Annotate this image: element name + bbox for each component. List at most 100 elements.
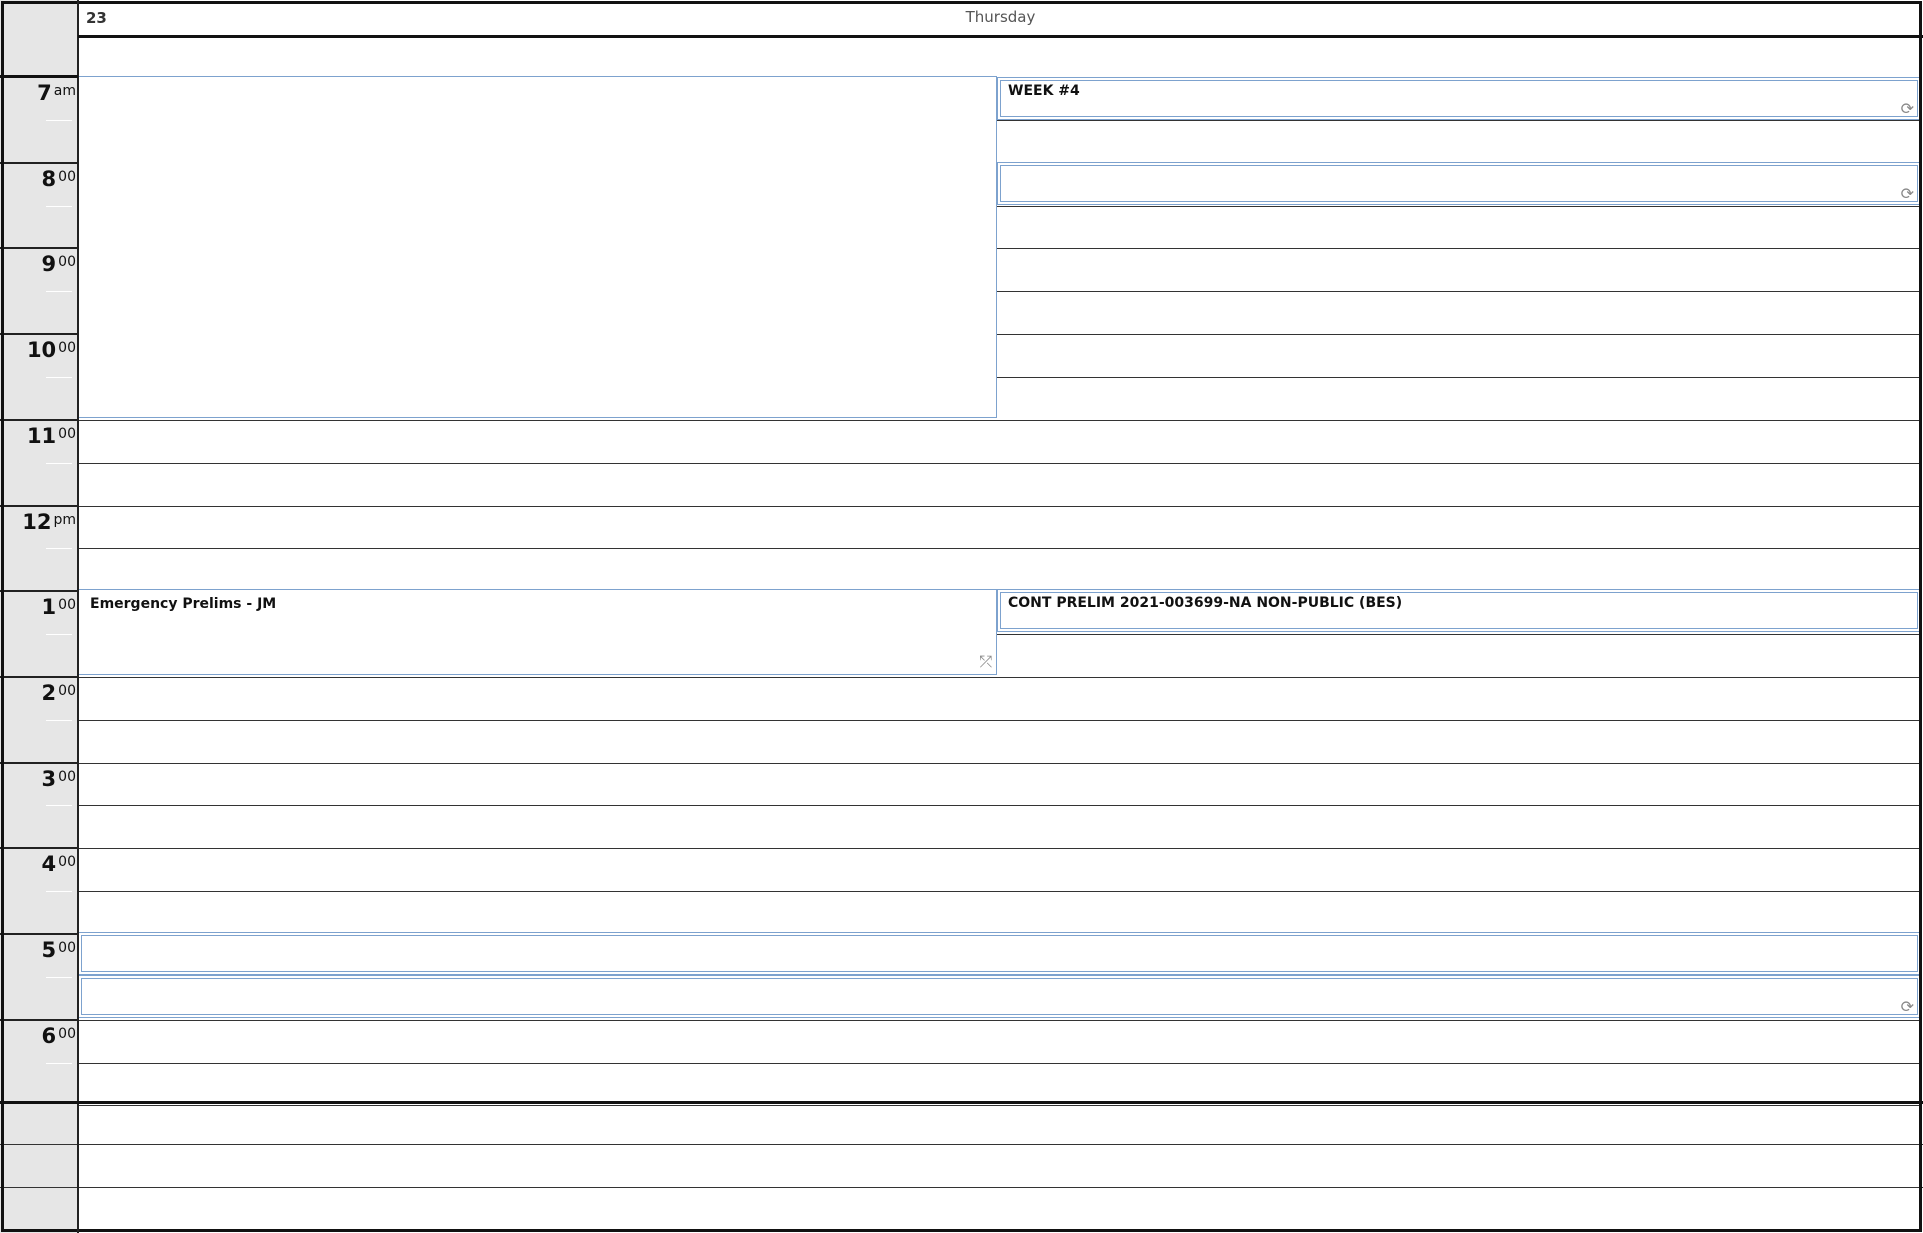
half-hour-tick	[46, 1062, 72, 1064]
day-header[interactable]: 23 Thursday	[78, 0, 1923, 36]
hour-line	[0, 847, 78, 850]
day-calendar-view: 23 Thursday 7 am 8 00 9 00 10 00 11 00 12 pm 1 00 2 00 3…	[0, 0, 1923, 1233]
event-evening[interactable]: ⟳	[78, 975, 1921, 1018]
hour-label: 12 pm	[0, 510, 76, 534]
hour-line	[0, 247, 78, 250]
hour-number: 9	[41, 252, 57, 277]
half-hour-tick	[46, 634, 72, 636]
hour-line	[0, 161, 78, 164]
hour-suffix: am	[53, 83, 76, 99]
half-hour-tick	[46, 205, 72, 207]
half-hour-tick	[46, 805, 72, 807]
event-block-morning[interactable]	[78, 76, 997, 418]
half-hour-tick	[46, 976, 72, 978]
hour-number: 7	[37, 81, 52, 105]
event-untitled-8am[interactable]: ⟳	[997, 162, 1921, 205]
event-border	[1000, 80, 1918, 117]
time-slot[interactable]	[78, 891, 1921, 892]
hour-number: 6	[41, 1023, 57, 1048]
event-title: Emergency Prelims - JM	[90, 596, 277, 612]
all-day-row[interactable]	[78, 37, 1921, 75]
half-hour-tick	[46, 376, 72, 378]
hour-suffix: 00	[58, 425, 76, 442]
event-evening-top[interactable]	[78, 932, 1921, 975]
time-slot[interactable]	[78, 677, 1921, 678]
time-slot[interactable]	[78, 548, 1921, 549]
hour-suffix: 00	[58, 597, 76, 614]
time-slot[interactable]	[78, 848, 1921, 849]
time-slot[interactable]	[78, 805, 1921, 806]
recurring-icon: ⟳	[1900, 99, 1914, 118]
all-day-divider	[0, 75, 78, 78]
hour-number: 1	[41, 595, 57, 620]
recurring-icon: ⟳	[1900, 997, 1914, 1016]
hour-label: 7 am	[0, 81, 76, 105]
day-name: Thursday	[965, 8, 1036, 26]
hour-label: 3 00	[0, 767, 76, 791]
half-hour-tick	[46, 462, 72, 464]
time-slot[interactable]	[78, 420, 1921, 421]
half-hour-tick	[46, 891, 72, 893]
event-title: WEEK #4	[1008, 83, 1080, 99]
hour-line	[0, 504, 78, 507]
event-week4[interactable]: WEEK #4 ⟳	[997, 77, 1921, 120]
hour-number: 5	[41, 938, 57, 962]
hour-suffix: 00	[58, 254, 76, 271]
hour-number: 4	[41, 852, 57, 877]
event-title: CONT PRELIM 2021-003699-NA NON-PUBLIC (B…	[1008, 595, 1403, 611]
hour-line	[0, 761, 78, 764]
time-slot[interactable]	[78, 763, 1921, 764]
gutter-divider	[77, 0, 79, 1233]
time-slot[interactable]	[78, 720, 1921, 721]
hour-number: 11	[26, 423, 57, 448]
time-slot[interactable]	[78, 506, 1921, 507]
hour-suffix: 00	[58, 1025, 76, 1042]
header-divider	[78, 35, 1923, 38]
hour-suffix: 00	[58, 940, 76, 956]
half-hour-tick	[46, 719, 72, 721]
hour-label: 9 00	[0, 252, 76, 276]
hour-line	[0, 675, 78, 678]
time-slot[interactable]	[78, 1105, 1921, 1106]
hour-suffix: 00	[58, 682, 76, 699]
hour-suffix: pm	[53, 511, 76, 528]
hour-line	[0, 933, 78, 935]
hour-number: 12	[22, 509, 52, 534]
hour-suffix: 00	[58, 768, 76, 785]
hour-label: 10 00	[0, 338, 76, 362]
hour-number: 10	[26, 338, 57, 363]
half-hour-tick	[46, 119, 72, 121]
hour-label: 6 00	[0, 1024, 76, 1048]
half-hour-tick	[46, 291, 72, 293]
hour-suffix: 00	[58, 168, 76, 185]
time-slot[interactable]	[78, 1020, 1921, 1021]
recurring-icon: ⟳	[1900, 184, 1914, 203]
event-border	[81, 978, 1918, 1015]
day-end-divider	[0, 1101, 1923, 1104]
hour-label: 4 00	[0, 852, 76, 876]
extra-row-line	[0, 1144, 1923, 1145]
hour-line	[0, 1018, 78, 1021]
event-cont-prelim[interactable]: CONT PRELIM 2021-003699-NA NON-PUBLIC (B…	[997, 589, 1921, 632]
half-hour-tick	[46, 548, 72, 550]
hour-line	[0, 590, 78, 593]
hour-number: 2	[41, 680, 57, 705]
hour-suffix: 00	[58, 854, 76, 871]
recurring-exception-icon: ⤱	[979, 652, 992, 671]
hour-label: 2 00	[0, 681, 76, 705]
hour-label: 11 00	[0, 424, 76, 448]
hour-suffix: 00	[58, 340, 76, 357]
hour-number: 3	[41, 766, 57, 791]
event-border	[81, 935, 1918, 972]
event-emergency-prelims[interactable]: Emergency Prelims - JM ⤱	[78, 589, 997, 675]
hour-label: 8 00	[0, 167, 76, 191]
time-slot[interactable]	[78, 463, 1921, 464]
extra-row-line	[0, 1187, 1923, 1188]
hour-line	[0, 333, 78, 336]
hour-label: 1 00	[0, 595, 76, 619]
hour-label: 5 00	[0, 938, 76, 962]
time-slot[interactable]	[78, 1063, 1921, 1064]
hour-line	[0, 418, 78, 421]
hour-number: 8	[41, 166, 57, 191]
event-border	[1000, 165, 1918, 202]
